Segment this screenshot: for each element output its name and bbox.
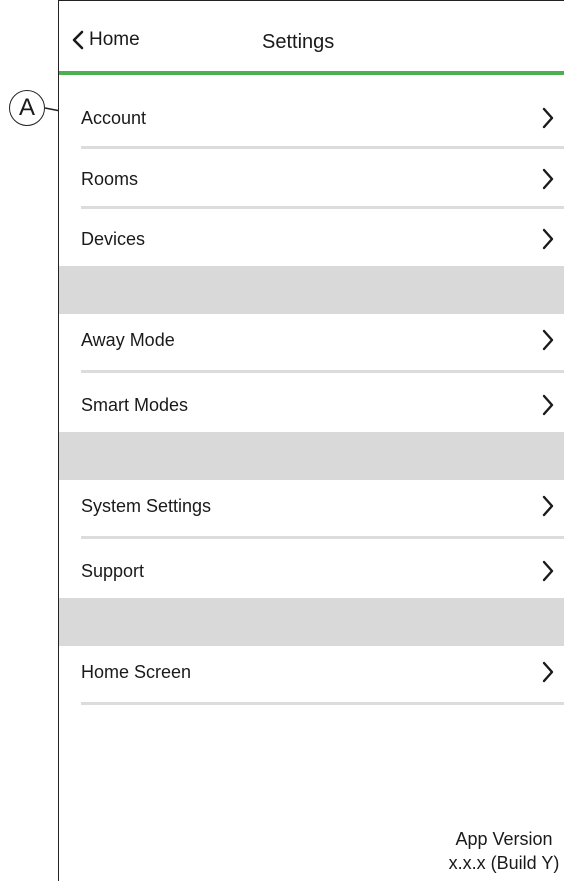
app-version-value: x.x.x (Build Y): [448, 853, 560, 873]
divider: [81, 206, 564, 209]
chevron-right-icon: [542, 560, 554, 582]
section-separator: [59, 432, 564, 480]
section-separator: [59, 598, 564, 646]
settings-item-support[interactable]: Support: [81, 558, 564, 584]
divider: [81, 702, 564, 705]
settings-screen: Home Settings Account Rooms Devices Away…: [58, 0, 564, 881]
chevron-right-icon: [542, 329, 554, 351]
app-version: App Version x.x.x (Build Y): [429, 827, 564, 875]
header-bar: Home Settings: [59, 1, 564, 75]
settings-item-system-settings[interactable]: System Settings: [81, 493, 564, 519]
back-button[interactable]: Home: [71, 29, 140, 51]
settings-item-label: Rooms: [81, 168, 139, 189]
settings-item-away-mode[interactable]: Away Mode: [81, 327, 564, 353]
settings-item-rooms[interactable]: Rooms: [81, 166, 564, 192]
divider: [81, 370, 564, 373]
settings-item-devices[interactable]: Devices: [81, 226, 564, 252]
settings-item-label: Account: [81, 107, 147, 128]
chevron-right-icon: [542, 107, 554, 129]
divider: [81, 146, 564, 149]
settings-item-label: Home Screen: [81, 661, 192, 682]
settings-item-home-screen[interactable]: Home Screen: [81, 659, 564, 685]
settings-item-smart-modes[interactable]: Smart Modes: [81, 392, 564, 418]
chevron-right-icon: [542, 168, 554, 190]
chevron-right-icon: [542, 228, 554, 250]
settings-item-label: Devices: [81, 228, 146, 249]
divider: [81, 536, 564, 539]
page-title: Settings: [262, 31, 335, 53]
settings-item-label: Support: [81, 560, 145, 581]
section-separator: [59, 266, 564, 314]
chevron-right-icon: [542, 394, 554, 416]
chevron-right-icon: [542, 661, 554, 683]
callout-label-a: A: [9, 90, 45, 126]
back-button-label: Home: [89, 29, 140, 50]
chevron-right-icon: [542, 495, 554, 517]
settings-item-label: Smart Modes: [81, 394, 189, 415]
settings-item-label: Away Mode: [81, 329, 175, 350]
app-version-label: App Version: [455, 829, 553, 849]
settings-item-label: System Settings: [81, 495, 212, 516]
chevron-left-icon: [72, 30, 84, 50]
settings-item-account[interactable]: Account: [81, 105, 564, 131]
